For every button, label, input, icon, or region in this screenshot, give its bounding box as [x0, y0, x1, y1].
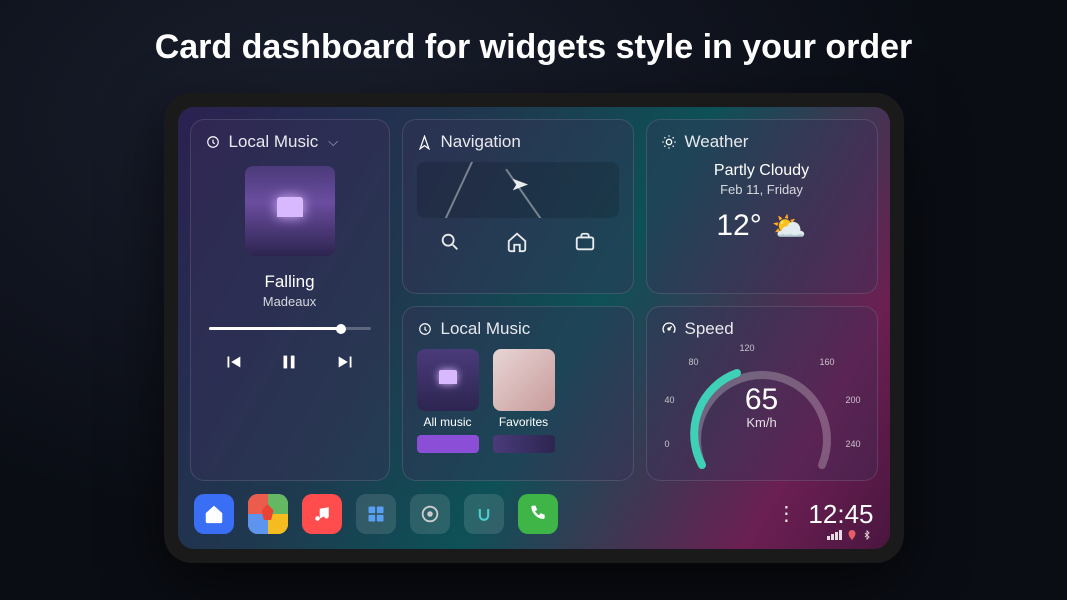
lm-strip-2 [493, 435, 555, 453]
local-music-browser-widget: Local Music All music Favorites [402, 306, 634, 481]
weather-widget-title: Weather [685, 132, 749, 152]
lm-favorites-label: Favorites [493, 415, 555, 429]
music-widget: Local Music ⌵ Falling Madeaux [190, 119, 390, 481]
speed-tick-80: 80 [689, 357, 699, 367]
nav-widget-title: Navigation [441, 132, 521, 152]
speed-tick-200: 200 [845, 395, 860, 405]
speedometer-icon [661, 321, 677, 337]
widget-grid: Local Music ⌵ Falling Madeaux [190, 119, 878, 481]
speed-value: 65 [745, 385, 778, 415]
dock-home-button[interactable] [194, 494, 234, 534]
speed-tick-240: 240 [845, 439, 860, 449]
lm-all-music[interactable]: All music [417, 349, 479, 453]
nav-work-button[interactable] [571, 228, 599, 256]
music-widget-header[interactable]: Local Music ⌵ [205, 132, 375, 152]
pause-button[interactable] [275, 348, 303, 376]
music-widget-title: Local Music [229, 132, 319, 152]
speed-tick-120: 120 [740, 343, 755, 353]
speed-widget: Speed 0 40 80 120 160 200 240 65 [646, 306, 878, 481]
speed-widget-header: Speed [661, 319, 863, 339]
speedometer: 0 40 80 120 160 200 240 65 Km/h [661, 345, 863, 455]
lm-favorites-thumb [493, 349, 555, 411]
lm-favorites[interactable]: Favorites [493, 349, 555, 453]
speed-unit: Km/h [745, 415, 778, 430]
sun-icon [661, 134, 677, 150]
weather-date: Feb 11, Friday [661, 182, 863, 197]
lm-all-music-thumb [417, 349, 479, 411]
weather-condition: Partly Cloudy [661, 162, 863, 180]
weather-widget-header: Weather [661, 132, 863, 152]
location-arrow-icon [505, 172, 530, 197]
tablet-screen: Local Music ⌵ Falling Madeaux [178, 107, 890, 549]
nav-search-button[interactable] [436, 228, 464, 256]
speed-widget-title: Speed [685, 319, 734, 339]
music-note-icon [205, 134, 221, 150]
next-button[interactable] [332, 348, 360, 376]
dock-music-button[interactable] [302, 494, 342, 534]
dock-radio-button[interactable] [410, 494, 450, 534]
nav-widget-header[interactable]: Navigation [417, 132, 619, 152]
location-status-icon [846, 529, 858, 541]
chevron-down-icon: ⌵ [328, 134, 338, 150]
signal-icon [827, 530, 842, 540]
lm-all-music-label: All music [417, 415, 479, 429]
navigation-icon [417, 134, 433, 150]
dock-maps-button[interactable] [248, 494, 288, 534]
speed-tick-160: 160 [819, 357, 834, 367]
progress-bar[interactable] [209, 327, 371, 330]
tablet-frame: Local Music ⌵ Falling Madeaux [164, 93, 904, 563]
album-art[interactable] [245, 166, 335, 256]
dock-more-button[interactable]: ⋮ [776, 508, 796, 520]
previous-button[interactable] [219, 348, 247, 376]
page-headline: Card dashboard for widgets style in your… [0, 0, 1067, 67]
track-artist: Madeaux [205, 294, 375, 309]
partly-cloudy-icon: ⛅ [772, 210, 807, 243]
speed-tick-40: 40 [665, 395, 675, 405]
weather-widget[interactable]: Weather Partly Cloudy Feb 11, Friday 12°… [646, 119, 878, 294]
bluetooth-icon [862, 529, 872, 541]
dock-apps-button[interactable] [356, 494, 396, 534]
nav-home-button[interactable] [503, 228, 531, 256]
dock-phone-button[interactable] [518, 494, 558, 534]
progress-fill [209, 327, 342, 330]
weather-temperature: 12° [716, 209, 761, 243]
progress-thumb[interactable] [336, 324, 346, 334]
playback-controls [205, 348, 375, 376]
nav-map-preview[interactable] [417, 162, 619, 218]
lm2-widget-title: Local Music [441, 319, 531, 339]
speed-tick-0: 0 [665, 439, 670, 449]
lm-strip-1 [417, 435, 479, 453]
track-title: Falling [205, 272, 375, 292]
lm2-widget-header[interactable]: Local Music [417, 319, 619, 339]
navigation-widget: Navigation [402, 119, 634, 294]
dock-app-button[interactable] [464, 494, 504, 534]
music-icon [417, 321, 433, 337]
